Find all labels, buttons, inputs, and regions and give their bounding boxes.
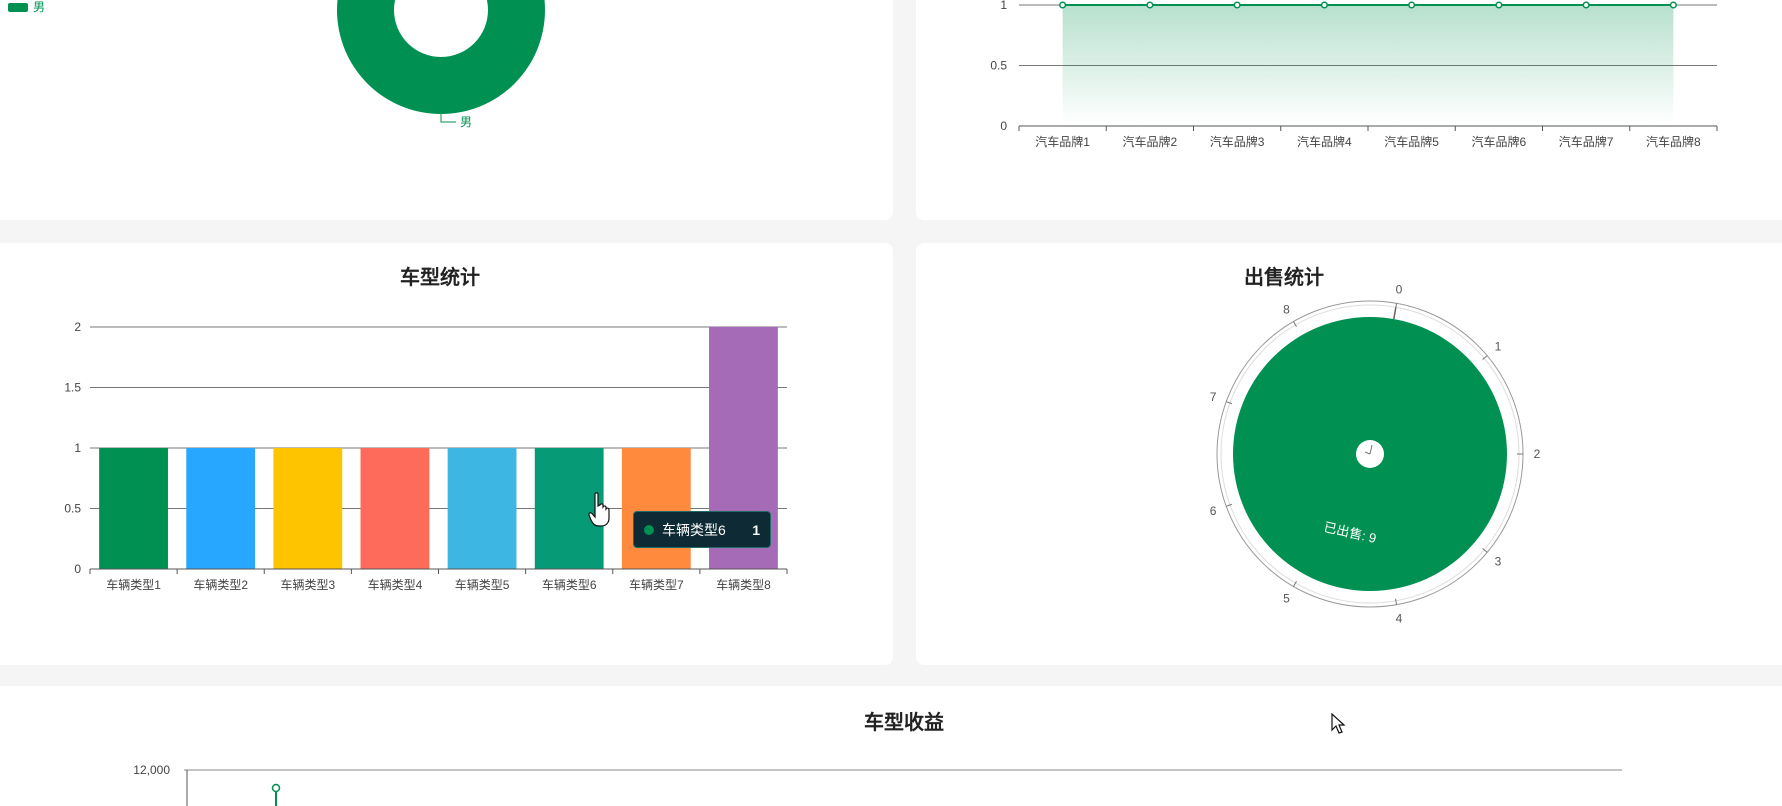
bar[interactable] xyxy=(99,448,168,569)
tooltip-value: 1 xyxy=(752,521,760,538)
bar-y-tick: 0.5 xyxy=(64,502,81,516)
bar-x-tick: 车辆类型3 xyxy=(280,577,335,592)
sales-panel: 出售统计 012345678 已出售: 9 xyxy=(916,243,1782,665)
sales-chart: 012345678 已出售: 9 xyxy=(1210,283,1541,626)
bar-y-tick: 1 xyxy=(74,441,81,455)
bar-x-tick: 车辆类型4 xyxy=(368,577,423,592)
bar-x-tick: 车辆类型6 xyxy=(542,577,597,592)
brand-x-tick: 汽车品牌6 xyxy=(1472,134,1527,149)
polar-tickmark xyxy=(1226,503,1233,507)
tooltip-category: 车辆类型6 xyxy=(662,521,726,538)
brand-point[interactable] xyxy=(1495,1,1503,9)
bar[interactable] xyxy=(186,448,256,569)
legend-label[interactable]: 男 xyxy=(33,0,45,14)
brand-point[interactable] xyxy=(1059,1,1067,9)
brand-x-tick: 汽车品牌1 xyxy=(1035,134,1090,149)
vehicle-type-chart: 车辆类型1 车辆类型2 车辆类型3 车辆类型4 车辆类型5 车辆类型6 车辆类型7 车辆类型8… xyxy=(64,320,788,592)
bar[interactable] xyxy=(447,448,517,569)
bar[interactable] xyxy=(621,448,691,569)
brand-y-tick: 1 xyxy=(1000,0,1007,12)
bar-x-tick: 车辆类型8 xyxy=(716,577,771,592)
chart-tooltip: 车辆类型6 1 xyxy=(633,511,771,548)
bar-x-tick: 车辆类型2 xyxy=(193,577,248,592)
polar-center-tick xyxy=(1364,451,1371,455)
gender-chart-panel: 男 男 xyxy=(0,0,893,220)
polar-tick-label: 8 xyxy=(1283,302,1290,316)
revenue-panel: 车型收益 12,000 xyxy=(0,686,1782,806)
gender-slice[interactable] xyxy=(337,0,545,114)
bar-x-tick: 车辆类型1 xyxy=(106,577,161,592)
hand-cursor-icon xyxy=(588,492,610,527)
tooltip-series-dot xyxy=(644,524,654,535)
brand-x-tick: 汽车品牌3 xyxy=(1210,134,1265,149)
brand-y-tick: 0 xyxy=(1000,119,1007,133)
revenue-point[interactable] xyxy=(271,783,281,793)
brand-point[interactable] xyxy=(1146,1,1154,9)
polar-tick-label: 3 xyxy=(1495,554,1502,568)
arrow-cursor-icon xyxy=(1331,713,1346,734)
brand-x-tick: 汽车品牌7 xyxy=(1559,134,1614,149)
bar-x-tick: 车辆类型5 xyxy=(455,577,510,592)
polar-tickmark xyxy=(1226,401,1233,405)
brand-point[interactable] xyxy=(1669,1,1677,9)
bar[interactable] xyxy=(360,448,430,569)
bar-y-tick: 0 xyxy=(74,562,81,576)
brand-point[interactable] xyxy=(1233,1,1241,9)
polar-tick-label: 1 xyxy=(1495,340,1502,354)
brand-chart-panel: 汽车品牌1 汽车品牌2 汽车品牌3 汽车品牌4 汽车品牌5 汽车品牌6 汽车品牌7 汽车品牌8… xyxy=(916,0,1782,220)
brand-x-tick: 汽车品牌4 xyxy=(1297,134,1352,149)
revenue-y-tick: 12,000 xyxy=(133,763,170,777)
bar[interactable] xyxy=(273,448,343,569)
brand-x-tick: 汽车品牌8 xyxy=(1646,134,1701,149)
vehicle-type-panel: 车型统计 车辆类型1 车辆类型2 车辆类型3 车辆类型4 车辆类型5 车辆类型6 车辆类型7… xyxy=(0,243,893,665)
bar-x-tick: 车辆类型7 xyxy=(629,577,684,592)
polar-tick-label: 4 xyxy=(1396,611,1403,625)
polar-major-tick xyxy=(1393,307,1397,320)
polar-tickmark xyxy=(1395,598,1398,605)
polar-tick-label: 6 xyxy=(1210,504,1217,518)
bar-y-tick: 2 xyxy=(74,320,81,334)
brand-area xyxy=(1062,5,1674,126)
brand-x-tick: 汽车品牌2 xyxy=(1123,134,1178,149)
polar-center-tick xyxy=(1369,444,1373,455)
brand-point[interactable] xyxy=(1582,1,1590,9)
polar-tick-label: 7 xyxy=(1210,390,1217,404)
bar-y-tick: 1.5 xyxy=(64,381,81,395)
brand-x-tick: 汽车品牌5 xyxy=(1384,134,1439,149)
polar-tick-label: 0 xyxy=(1396,283,1403,297)
slice-label: 男 xyxy=(460,115,472,129)
brand-point[interactable] xyxy=(1408,1,1416,9)
polar-tick-label: 5 xyxy=(1283,592,1290,606)
brand-chart: 汽车品牌1 汽车品牌2 汽车品牌3 汽车品牌4 汽车品牌5 汽车品牌6 汽车品牌7 汽车品牌8… xyxy=(990,0,1718,149)
gender-chart: 男 男 xyxy=(8,0,545,129)
legend-swatch[interactable] xyxy=(8,3,28,12)
brand-y-tick: 0.5 xyxy=(990,59,1007,73)
revenue-chart: 12,000 xyxy=(133,763,1622,806)
polar-tick-label: 2 xyxy=(1534,447,1541,461)
brand-point[interactable] xyxy=(1320,1,1328,9)
